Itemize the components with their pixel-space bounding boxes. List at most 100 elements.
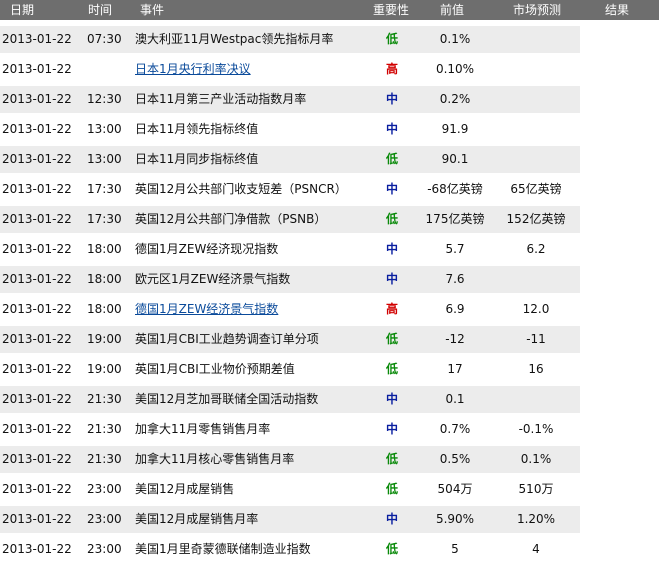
row-previous: 0.1% [439,32,471,46]
row-previous: 504万 [437,482,473,496]
column-header-previous: 前值 [440,3,465,17]
row-date: 2013-01-22 [2,62,72,76]
row-result [580,56,640,83]
row-forecast: 152亿英镑 [506,212,566,226]
row-result [580,356,640,383]
row-previous: 5.7 [445,242,465,256]
row-event-cell: 德国1月ZEW经济景气指数 [135,296,278,323]
row-event: 日本11月同步指标终值 [135,152,259,166]
importance-badge: 中 [385,512,398,526]
row-date: 2013-01-22 [2,92,72,106]
row-time: 13:00 [87,122,122,136]
table-row: 2013-01-22 21:30 加拿大11月核心零售销售月率 低 0.5% 0.1% [0,446,659,476]
row-result [580,296,640,323]
row-result [580,86,640,113]
row-result [580,536,640,563]
row-result [580,206,640,233]
row-forecast [500,386,572,413]
row-date: 2013-01-22 [2,242,72,256]
event-link[interactable]: 日本1月央行利率决议 [135,62,251,76]
importance-badge: 低 [385,452,398,466]
row-date: 2013-01-22 [2,362,72,376]
table-row: 2013-01-22 23:00 美国12月成屋销售 低 504万 510万 [0,476,659,506]
row-forecast: -11 [526,332,546,346]
row-previous: -68亿英镑 [427,182,483,196]
column-header-event: 事件 [140,3,165,17]
importance-badge: 中 [385,122,398,136]
event-link[interactable]: 德国1月ZEW经济景气指数 [135,302,278,316]
column-header-date: 日期 [10,3,35,17]
row-forecast: 510万 [518,482,554,496]
importance-badge: 高 [385,62,398,76]
importance-badge: 中 [385,182,398,196]
table-row: 2013-01-22 18:00 欧元区1月ZEW经济景气指数 中 7.6 [0,266,659,296]
table-row: 2013-01-22 17:30 英国12月公共部门收支短差（PSNCR） 中 -68亿… [0,176,659,206]
row-result [580,416,640,443]
table-row: 2013-01-22 17:30 英国12月公共部门净借款（PSNB） 低 175亿英镑… [0,206,659,236]
row-date: 2013-01-22 [2,482,72,496]
row-event-cell: 日本1月央行利率决议 [135,56,251,83]
row-forecast [500,86,572,113]
row-time: 21:30 [87,452,122,466]
row-date: 2013-01-22 [2,302,72,316]
row-result [580,26,640,53]
table-row: 2013-01-22 21:30 美国12月芝加哥联储全国活动指数 中 0.1 [0,386,659,416]
row-time: 18:00 [87,302,122,316]
row-date: 2013-01-22 [2,392,72,406]
table-row: 2013-01-22 23:00 美国1月里奇蒙德联储制造业指数 低 5 4 [0,536,659,566]
row-event: 欧元区1月ZEW经济景气指数 [135,272,291,286]
row-forecast [500,266,572,293]
table-row: 2013-01-22 13:00 日本11月同步指标终值 低 90.1 [0,146,659,176]
row-date: 2013-01-22 [2,272,72,286]
row-result [580,236,640,263]
row-time: 23:00 [87,512,122,526]
importance-badge: 中 [385,422,398,436]
row-result [580,146,640,173]
row-forecast [500,56,572,83]
row-result [580,116,640,143]
importance-badge: 低 [385,542,398,556]
row-previous: 91.9 [441,122,469,136]
row-time: 19:00 [87,332,122,346]
row-date: 2013-01-22 [2,212,72,226]
row-previous: 5.90% [435,512,475,526]
row-date: 2013-01-22 [2,452,72,466]
row-date: 2013-01-22 [2,152,72,166]
row-event: 澳大利亚11月Westpac领先指标月率 [135,32,334,46]
row-previous: 5 [451,542,459,556]
row-event: 日本11月领先指标终值 [135,122,259,136]
row-event: 日本11月第三产业活动指数月率 [135,92,307,106]
table-row: 2013-01-22 07:30 澳大利亚11月Westpac领先指标月率 低 0.1% [0,26,659,56]
row-forecast [500,116,572,143]
row-time: 23:00 [87,482,122,496]
row-result [580,386,640,413]
row-forecast: -0.1% [518,422,554,436]
row-forecast: 0.1% [520,452,552,466]
row-result [580,446,640,473]
row-date: 2013-01-22 [2,542,72,556]
row-previous: 6.9 [445,302,465,316]
importance-badge: 中 [385,392,398,406]
importance-badge: 低 [385,482,398,496]
row-result [580,506,640,533]
row-previous: 0.10% [435,62,475,76]
row-time: 21:30 [87,422,122,436]
row-time: 18:00 [87,242,122,256]
importance-badge: 中 [385,272,398,286]
importance-badge: 低 [385,212,398,226]
row-date: 2013-01-22 [2,332,72,346]
row-previous: -12 [445,332,465,346]
row-result [580,326,640,353]
row-forecast: 4 [532,542,540,556]
table-row: 2013-01-22 12:30 日本11月第三产业活动指数月率 中 0.2% [0,86,659,116]
row-time: 19:00 [87,362,122,376]
importance-badge: 中 [385,242,398,256]
row-forecast: 65亿英镑 [510,182,562,196]
row-time: 12:30 [87,92,122,106]
row-time: 21:30 [87,392,122,406]
row-time: 17:30 [87,182,122,196]
row-forecast: 16 [528,362,544,376]
table-row: 2013-01-22 18:00 德国1月ZEW经济景气指数 高 6.9 12.0 [0,296,659,326]
column-header-importance: 重要性 [373,3,410,17]
row-forecast: 1.20% [516,512,556,526]
